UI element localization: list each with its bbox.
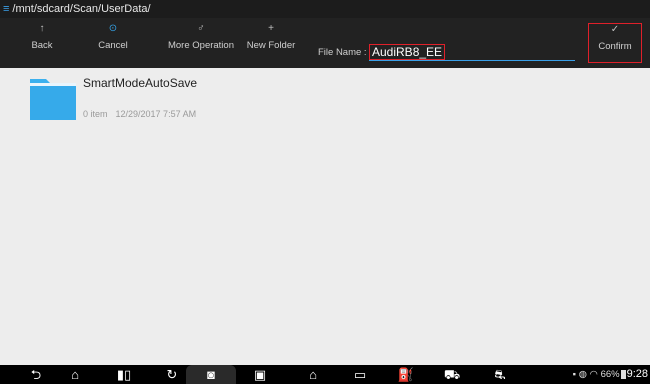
remote-icon[interactable]: ⛐	[488, 365, 512, 384]
more-operation-button[interactable]: ♂ More Operation	[163, 18, 239, 68]
home-nav-icon[interactable]: ⌂	[64, 365, 86, 384]
more-operation-icon: ♂	[197, 23, 205, 34]
diagnostics-icon[interactable]: ▣	[248, 365, 272, 384]
file-name-label: File Name :	[318, 47, 367, 58]
folder-name: SmartModeAutoSave	[83, 76, 198, 90]
settings-icon: ◍	[578, 369, 587, 380]
file-name-input[interactable]: AudiRB8_EE	[369, 44, 575, 61]
path-text: /mnt/sdcard/Scan/UserData/	[12, 3, 151, 15]
wifi-icon: ◠	[589, 369, 598, 380]
plus-icon: +	[268, 23, 274, 34]
folder-meta: 0 item 12/29/2017 7:57 AM	[83, 109, 196, 119]
service-icon[interactable]: ⛽	[394, 365, 418, 384]
file-name-value: AudiRB8_EE	[369, 44, 446, 60]
battery-icon	[620, 369, 626, 379]
vci-icon[interactable]: ▭	[346, 365, 374, 384]
menu-icon[interactable]: ≡	[3, 3, 9, 15]
folder-icon	[30, 79, 76, 120]
refresh-icon[interactable]: ↻	[160, 365, 184, 384]
back-nav-icon[interactable]: ⮌	[26, 365, 46, 384]
back-button[interactable]: ↑ Back	[22, 18, 62, 68]
cancel-icon: ⊙	[108, 23, 118, 34]
battery-percent: 66%	[600, 369, 620, 380]
cancel-label: Cancel	[98, 40, 128, 51]
status-area: ▪ ◍ ◠ 66% 9:28	[573, 365, 648, 384]
car-icon[interactable]: ⛟	[440, 365, 464, 384]
new-folder-label: New Folder	[246, 40, 296, 51]
clock: 9:28	[626, 368, 648, 380]
folder-item[interactable]: SmartModeAutoSave 0 item 12/29/2017 7:57 …	[28, 72, 328, 132]
camera-icon[interactable]: ◙	[186, 365, 236, 384]
confirm-label: Confirm	[598, 41, 632, 52]
item-count: 0 item	[83, 109, 108, 119]
back-label: Back	[31, 40, 53, 51]
confirm-button[interactable]: ✓ Confirm	[588, 23, 642, 63]
house-icon[interactable]: ⌂	[302, 365, 324, 384]
chat-icon: ▪	[572, 369, 577, 380]
arrow-up-icon: ↑	[39, 23, 45, 34]
toolbar: ↑ Back ⊙ Cancel ♂ More Operation + New F…	[0, 18, 650, 68]
check-icon: ✓	[610, 24, 620, 35]
recent-apps-icon[interactable]: ▮▯	[112, 365, 136, 384]
cancel-button[interactable]: ⊙ Cancel	[86, 18, 140, 68]
system-nav-bar: ⮌ ⌂ ▮▯ ↻ ◙ ▣ ⌂ ▭ ⛽ ⛟ ⛐ ▪ ◍ ◠ 66% 9:28	[0, 365, 650, 384]
more-operation-label: More Operation	[167, 40, 234, 51]
path-bar: ≡/mnt/sdcard/Scan/UserData/	[0, 0, 650, 18]
folder-date: 12/29/2017 7:57 AM	[115, 109, 197, 119]
new-folder-button[interactable]: + New Folder	[241, 18, 301, 68]
